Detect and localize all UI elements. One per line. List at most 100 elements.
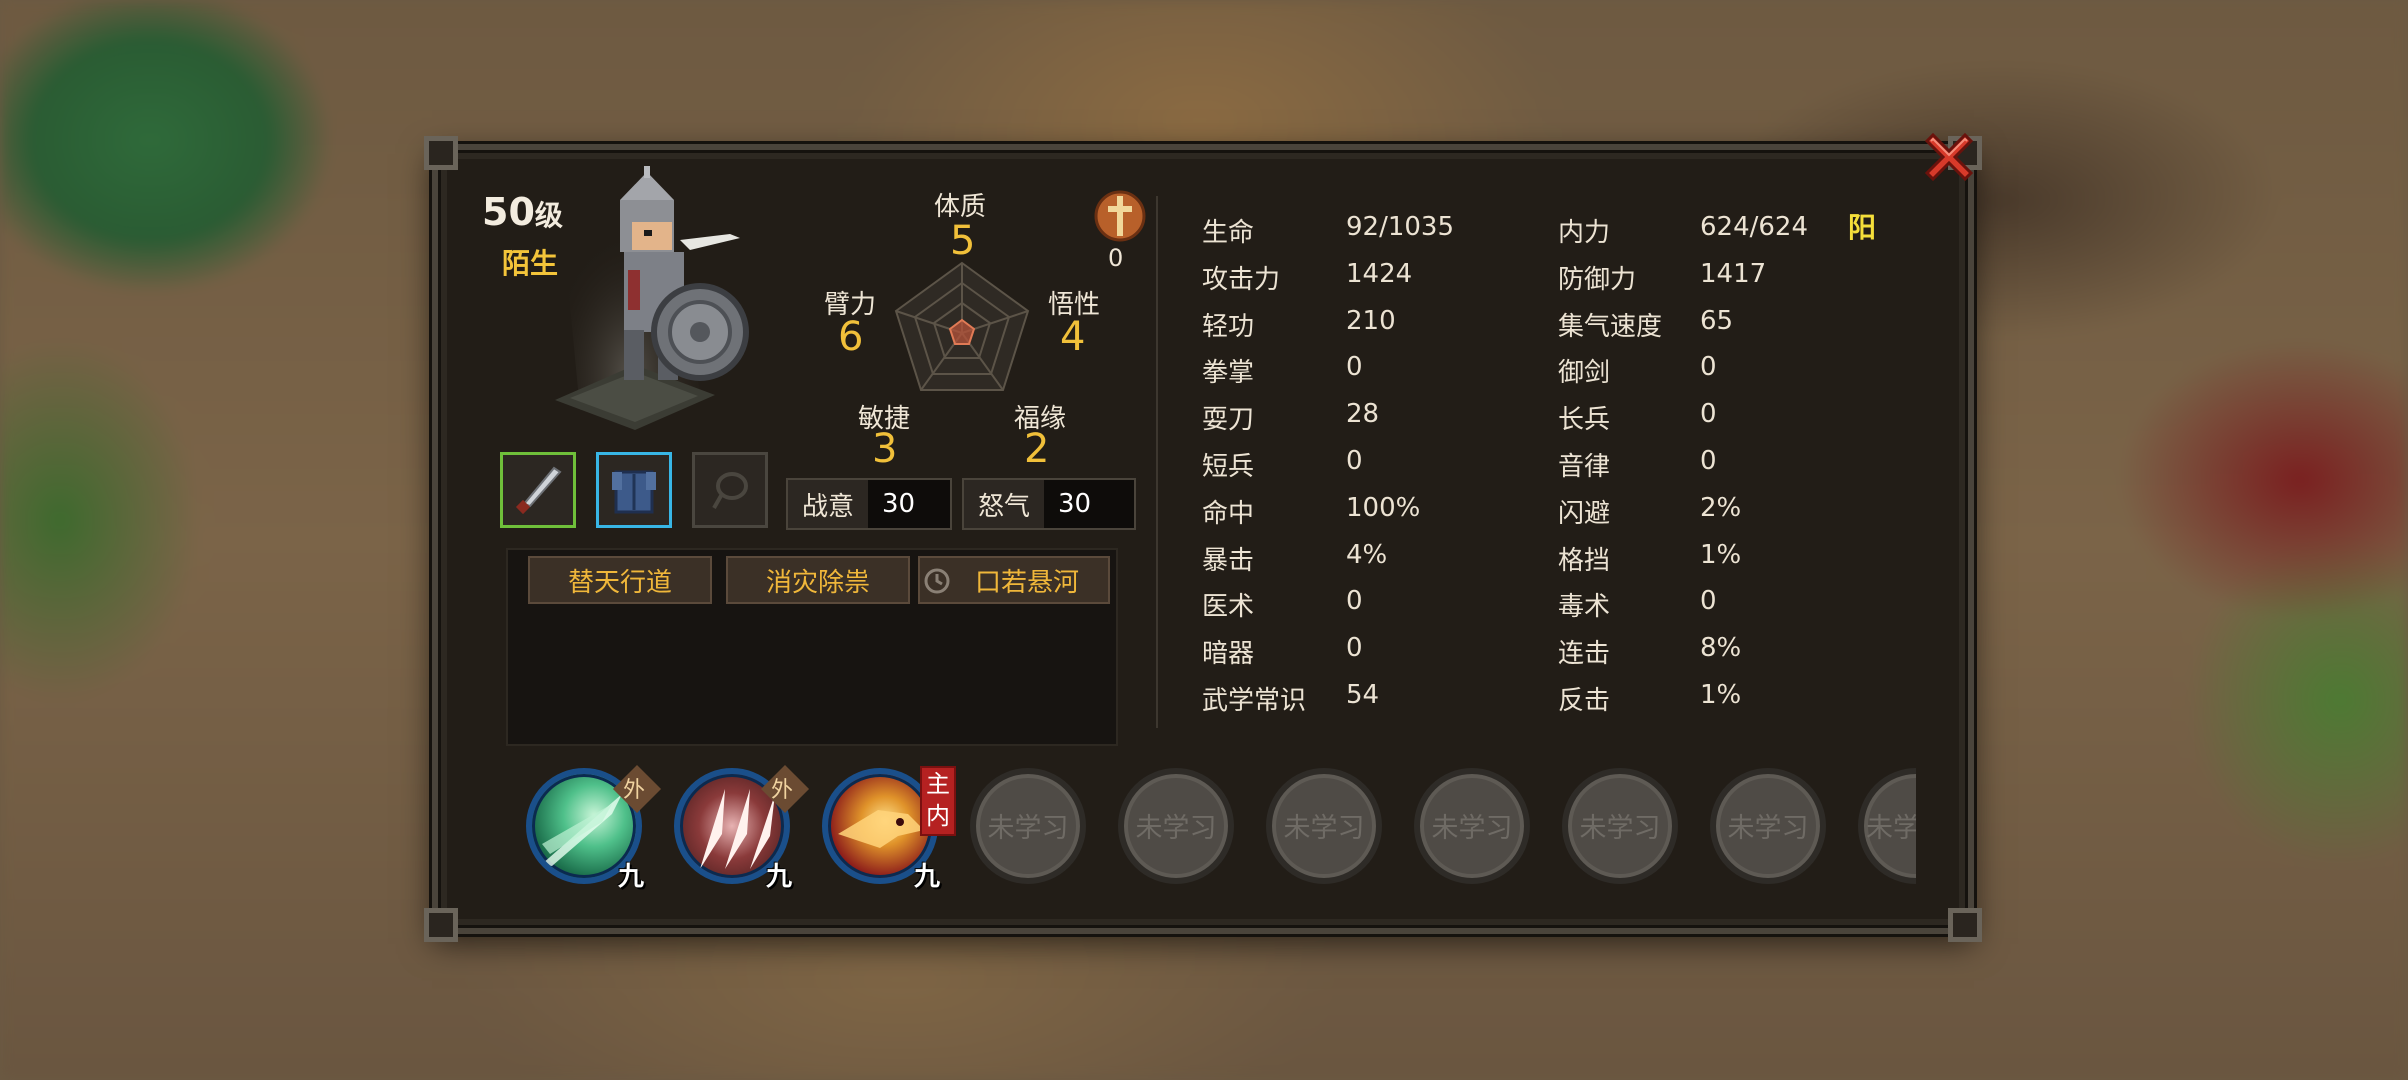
attribute-value: 624/624 <box>1700 212 1809 242</box>
attribute-value: 0 <box>1700 586 1717 617</box>
attribute-label: 暗器 <box>1202 639 1255 670</box>
attribute-label: 短兵 <box>1202 452 1255 482</box>
attribute-label: 暴击 <box>1202 545 1255 576</box>
clock-icon <box>924 568 950 594</box>
unlearned-label: 未学习 <box>987 813 1069 844</box>
alignment-badge: 阳 <box>1848 211 1877 244</box>
battle-will-label: 战意 <box>802 491 855 522</box>
attribute-value: 0 <box>1346 446 1363 476</box>
attribute-label: 集气速度 <box>1558 311 1663 342</box>
attribute-label: 毒术 <box>1558 592 1611 623</box>
attribute-label: 攻击力 <box>1202 264 1281 295</box>
close-icon <box>1924 132 1974 182</box>
battle-will-meter: 战意 30 <box>786 478 952 530</box>
constitution-value: 5 <box>950 218 976 264</box>
skill-slot[interactable]: 主内 九 <box>822 766 956 890</box>
frame-corner <box>1948 908 1982 942</box>
armor-icon <box>612 470 656 514</box>
saber-icon <box>515 466 562 515</box>
attribute-value: 0 <box>1700 399 1717 430</box>
attribute-value: 0 <box>1700 446 1717 476</box>
fortune-value: 2 <box>1024 426 1050 472</box>
empty-skill-slot[interactable]: 未学 <box>1858 768 1916 890</box>
unlearned-label: 未学习 <box>1431 813 1513 844</box>
armor-slot[interactable] <box>596 452 672 528</box>
unlearned-label: 未学习 <box>1283 813 1365 844</box>
attribute-value: 54 <box>1346 680 1380 710</box>
agility-value: 3 <box>872 426 898 472</box>
attribute-value: 1% <box>1700 680 1742 710</box>
unlearned-label: 未学习 <box>1727 813 1809 844</box>
unlearned-label: 未学习 <box>1135 813 1217 844</box>
battle-will-value: 30 <box>868 480 950 528</box>
attribute-label: 武学常识 <box>1202 686 1307 716</box>
attribute-label: 拳掌 <box>1202 358 1255 389</box>
empty-skill-slot[interactable]: 未学习 <box>1414 768 1536 890</box>
title-tag[interactable]: 替天行道 <box>528 556 712 604</box>
unlearned-label: 未学习 <box>1579 813 1661 844</box>
skill-main-badge: 主内 <box>920 766 956 836</box>
rage-label: 怒气 <box>978 491 1031 522</box>
attribute-value: 210 <box>1346 305 1396 336</box>
attribute-value: 2% <box>1700 492 1742 523</box>
attribute-value: 92/1035 <box>1346 212 1455 242</box>
title-tag[interactable]: 消灾除祟 <box>726 556 910 604</box>
frame-corner <box>424 908 458 942</box>
attribute-label: 格挡 <box>1558 545 1611 576</box>
character-portrait <box>540 160 800 430</box>
rage-meter: 怒气 30 <box>962 478 1136 530</box>
attribute-label: 音律 <box>1558 452 1611 482</box>
attribute-value: 1417 <box>1700 258 1767 289</box>
attribute-value: 100% <box>1346 492 1421 523</box>
attribute-label: 连击 <box>1558 639 1611 670</box>
attribute-value: 0 <box>1346 352 1363 383</box>
close-button[interactable] <box>1918 126 1980 188</box>
weapon-slot[interactable] <box>500 452 576 528</box>
attribute-value: 0 <box>1700 352 1717 383</box>
attribute-label: 命中 <box>1202 498 1255 529</box>
skill-slot[interactable]: 外 九 <box>674 764 810 890</box>
skill-type: 外 <box>623 778 646 803</box>
spirit-count: 0 <box>1108 244 1124 272</box>
empty-skill-slot[interactable]: 未学习 <box>1710 768 1832 890</box>
empty-skill-slot[interactable]: 未学习 <box>1266 768 1388 890</box>
attribute-label: 内力 <box>1558 218 1611 248</box>
rage-value: 30 <box>1044 480 1134 528</box>
attribute-label: 轻功 <box>1202 311 1255 342</box>
skill-type: 外 <box>771 778 794 803</box>
attribute-label: 闪避 <box>1558 498 1611 529</box>
strength-value: 6 <box>838 314 864 360</box>
accessory-slot[interactable] <box>692 452 768 528</box>
attribute-radar-chart <box>894 261 1030 391</box>
attribute-value: 4% <box>1346 539 1388 570</box>
level-number: 50 <box>482 190 535 234</box>
title-tag-label: 口若悬河 <box>974 567 1079 598</box>
comprehension-value: 4 <box>1060 314 1086 360</box>
skill-grade: 九 <box>914 862 941 890</box>
unlearned-label-partial: 未学 <box>1866 813 1916 844</box>
attribute-label: 御剑 <box>1558 358 1611 389</box>
frame-corner <box>424 136 458 170</box>
empty-accessory-icon <box>712 472 748 509</box>
attribute-label: 医术 <box>1202 592 1255 623</box>
skill-grade: 九 <box>618 862 645 890</box>
empty-skill-slot[interactable]: 未学习 <box>1562 768 1684 890</box>
panel-divider <box>1156 196 1158 728</box>
empty-skill-slot[interactable]: 未学习 <box>970 768 1092 890</box>
attribute-value: 1% <box>1700 539 1742 570</box>
skill-grade: 九 <box>766 862 793 890</box>
attribute-value: 0 <box>1346 633 1363 664</box>
attribute-value: 65 <box>1700 305 1734 336</box>
martial-skills-row: 外 九 外 九 主内 九 未学习 未学习 未学习 未学习 未学习 未学习 未学 <box>526 762 1916 890</box>
attribute-label: 生命 <box>1202 218 1255 248</box>
attribute-label: 耍刀 <box>1202 405 1255 436</box>
spirit-emblem-icon[interactable] <box>1090 190 1150 244</box>
title-tag-timed[interactable]: 口若悬河 <box>918 556 1110 604</box>
skill-slot[interactable]: 外 九 <box>526 764 662 890</box>
attribute-value: 0 <box>1346 586 1363 617</box>
empty-skill-slot[interactable]: 未学习 <box>1118 768 1240 890</box>
attribute-label: 防御力 <box>1558 264 1637 295</box>
attribute-value: 28 <box>1346 399 1380 430</box>
attribute-value: 1424 <box>1346 258 1413 289</box>
attribute-label: 长兵 <box>1558 405 1611 436</box>
